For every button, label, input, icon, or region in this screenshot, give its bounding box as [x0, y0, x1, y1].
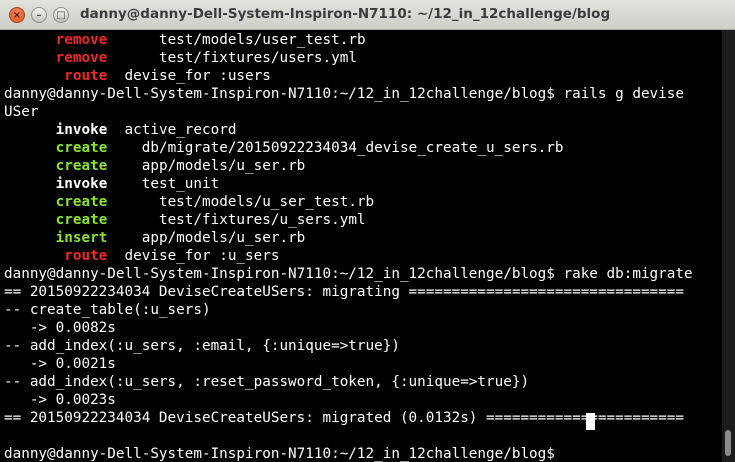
generator-status: create — [55, 158, 108, 174]
generator-path: test_unit — [141, 176, 220, 192]
generator-path: app/models/u_ser.rb — [141, 230, 306, 246]
terminal-line: invoke test_unit — [4, 175, 220, 193]
generator-status: create — [55, 140, 108, 156]
terminal-line: route devise_for :u_sers — [4, 247, 279, 265]
terminal-line: USer — [4, 103, 38, 121]
terminal-line: danny@danny-Dell-System-Inspiron-N7110:~… — [4, 445, 563, 462]
generator-status: insert — [55, 230, 108, 246]
terminal-line: create test/models/u_ser_test.rb — [4, 193, 375, 211]
terminal-line: remove test/models/user_test.rb — [4, 31, 366, 49]
terminal-line: -> 0.0023s — [4, 391, 116, 409]
terminal-line: -> 0.0082s — [4, 319, 116, 337]
terminal-line: invoke active_record — [4, 121, 237, 139]
terminal-window: × – □ danny@danny-Dell-System-Inspiron-N… — [0, 0, 735, 462]
generator-path: test/fixtures/u_sers.yml — [158, 212, 366, 228]
terminal-line: -- create_table(:u_sers) — [4, 301, 211, 319]
generator-path: app/models/u_ser.rb — [141, 158, 306, 174]
terminal-line: create test/fixtures/u_sers.yml — [4, 211, 366, 229]
terminal-line: danny@danny-Dell-System-Inspiron-N7110:~… — [4, 265, 693, 283]
terminal-line: danny@danny-Dell-System-Inspiron-N7110:~… — [4, 85, 684, 103]
terminal-line: -- add_index(:u_sers, :email, {:unique=>… — [4, 337, 400, 355]
scrollbar[interactable] — [722, 30, 735, 462]
terminal-line: route devise_for :users — [4, 67, 271, 85]
generator-path: test/models/user_test.rb — [158, 32, 366, 48]
line-text: == 20150922234034 DeviseCreateUSers: mig… — [4, 284, 684, 300]
minimize-button[interactable]: – — [31, 7, 47, 23]
text-cursor — [586, 413, 595, 430]
terminal-line: remove test/fixtures/users.yml — [4, 49, 357, 67]
terminal-line: == 20150922234034 DeviseCreateUSers: mig… — [4, 409, 684, 427]
generator-path: active_record — [124, 122, 237, 138]
terminal-line: create db/migrate/20150922234034_devise_… — [4, 139, 564, 157]
minimize-icon: – — [36, 10, 42, 21]
line-text: -> 0.0023s — [4, 392, 116, 408]
generator-status: route — [64, 248, 108, 264]
line-text: -> 0.0082s — [4, 320, 116, 336]
generator-path: db/migrate/20150922234034_devise_create_… — [141, 140, 564, 156]
line-text: -- add_index(:u_sers, :email, {:unique=>… — [4, 338, 400, 354]
generator-status: route — [64, 68, 108, 84]
maximize-button[interactable]: □ — [53, 7, 69, 23]
generator-path: devise_for :users — [124, 68, 271, 84]
generator-status: remove — [55, 32, 108, 48]
generator-path: test/fixtures/users.yml — [158, 50, 357, 66]
close-icon: × — [12, 10, 22, 21]
terminal-line: == 20150922234034 DeviseCreateUSers: mig… — [4, 283, 684, 301]
generator-status: create — [55, 194, 108, 210]
generator-status: remove — [55, 50, 108, 66]
terminal-line: create app/models/u_ser.rb — [4, 157, 306, 175]
generator-path: devise_for :u_sers — [124, 248, 280, 264]
line-text: == 20150922234034 DeviseCreateUSers: mig… — [4, 410, 684, 426]
terminal-output[interactable]: remove test/models/user_test.rb remove t… — [0, 30, 722, 462]
generator-status: create — [55, 212, 108, 228]
generator-status: invoke — [55, 176, 108, 192]
line-text: -- add_index(:u_sers, :reset_password_to… — [4, 374, 530, 390]
terminal-line: insert app/models/u_ser.rb — [4, 229, 306, 247]
title-bar[interactable]: × – □ danny@danny-Dell-System-Inspiron-N… — [0, 0, 735, 30]
window-title: danny@danny-Dell-System-Inspiron-N7110: … — [80, 6, 611, 22]
line-text: danny@danny-Dell-System-Inspiron-N7110:~… — [4, 266, 693, 282]
line-text: -- create_table(:u_sers) — [4, 302, 211, 318]
line-text: USer — [4, 104, 39, 120]
line-text: danny@danny-Dell-System-Inspiron-N7110:~… — [4, 446, 564, 462]
line-text: -> 0.0021s — [4, 356, 116, 372]
generator-status: invoke — [55, 122, 108, 138]
generator-path: test/models/u_ser_test.rb — [158, 194, 375, 210]
line-text: danny@danny-Dell-System-Inspiron-N7110:~… — [4, 86, 684, 102]
terminal-line: -- add_index(:u_sers, :reset_password_to… — [4, 373, 529, 391]
close-button[interactable]: × — [9, 7, 25, 23]
scrollbar-thumb[interactable] — [725, 430, 731, 456]
maximize-icon: □ — [56, 10, 66, 21]
terminal-line: -> 0.0021s — [4, 355, 116, 373]
